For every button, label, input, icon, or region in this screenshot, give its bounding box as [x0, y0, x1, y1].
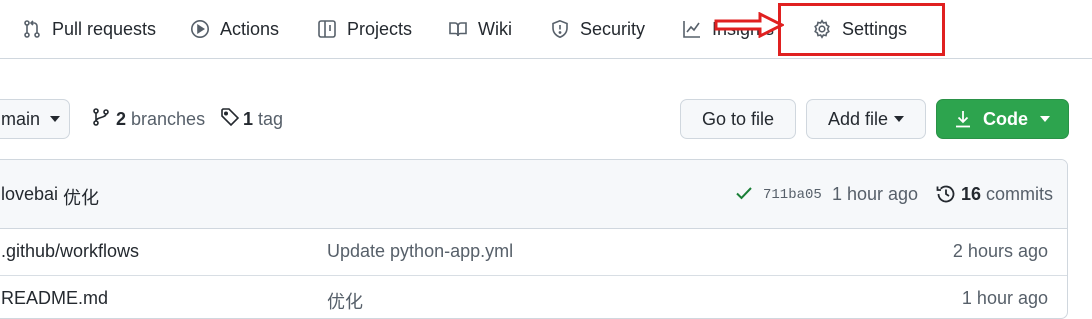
branch-icon — [92, 107, 110, 132]
repo-nav: Pull requests Actions Projects Wiki Secu… — [0, 0, 1092, 59]
chevron-down-icon — [894, 116, 905, 122]
tag-icon — [220, 107, 240, 132]
tab-settings[interactable]: Settings — [812, 0, 907, 58]
gear-icon — [812, 19, 832, 39]
branches-count: 2 — [116, 109, 127, 129]
tab-label: Wiki — [478, 18, 512, 39]
file-commit-message[interactable]: 优化 — [327, 288, 363, 314]
tab-actions[interactable]: Actions — [190, 0, 279, 58]
commits-link[interactable]: 16 commits — [961, 184, 1053, 205]
go-to-file-label: Go to file — [701, 108, 775, 129]
branches-link[interactable]: 2 branches — [92, 107, 205, 132]
commit-message[interactable]: 优化 — [63, 184, 99, 210]
check-icon — [735, 185, 753, 206]
file-row: .github/workflows Update python-app.yml … — [0, 229, 1067, 276]
go-to-file-button[interactable]: Go to file — [680, 99, 796, 139]
shield-icon — [550, 19, 570, 39]
chevron-down-icon — [1040, 116, 1050, 122]
code-button[interactable]: Code — [936, 99, 1069, 139]
chevron-down-icon — [50, 116, 61, 122]
commits-label: commits — [986, 184, 1054, 204]
pull-request-icon — [22, 19, 42, 39]
tab-insights[interactable]: Insights — [682, 0, 774, 58]
tab-label: Actions — [220, 18, 280, 39]
play-icon — [190, 19, 210, 39]
file-row: README.md 优化 1 hour ago — [0, 276, 1067, 318]
branch-select-button[interactable]: main — [0, 99, 70, 139]
file-name[interactable]: README.md — [1, 288, 108, 309]
tab-label: Insights — [712, 18, 775, 39]
tab-label: Security — [580, 18, 646, 39]
tags-link[interactable]: 1 tag — [220, 107, 283, 132]
graph-icon — [682, 19, 702, 39]
tab-label: Pull requests — [52, 18, 157, 39]
tab-pull-requests[interactable]: Pull requests — [22, 0, 156, 58]
file-commit-message[interactable]: Update python-app.yml — [327, 241, 513, 262]
code-label: Code — [983, 108, 1028, 129]
commit-time: 1 hour ago — [832, 184, 919, 204]
file-commit-time: 2 hours ago — [952, 241, 1048, 261]
add-file-button[interactable]: Add file — [806, 99, 926, 139]
file-name[interactable]: .github/workflows — [1, 241, 139, 262]
tab-projects[interactable]: Projects — [317, 0, 412, 58]
add-file-label: Add file — [827, 108, 889, 129]
history-icon — [935, 183, 957, 210]
latest-commit-bar: lovebai 优化 711ba05 1 hour ago 16 commits — [0, 160, 1067, 229]
tags-count: 1 — [243, 109, 254, 129]
tags-label: tag — [258, 109, 284, 129]
tab-security[interactable]: Security — [550, 0, 645, 58]
commits-count: 16 — [961, 184, 982, 204]
branches-label: branches — [131, 109, 206, 129]
commit-sha[interactable]: 711ba05 — [763, 187, 822, 203]
book-icon — [448, 19, 468, 39]
tab-wiki[interactable]: Wiki — [448, 0, 512, 58]
branch-name: main — [1, 108, 41, 129]
table-icon — [317, 19, 337, 39]
commit-author[interactable]: lovebai — [1, 184, 58, 205]
tab-label: Settings — [842, 18, 908, 39]
tab-label: Projects — [347, 18, 413, 39]
file-commit-time: 1 hour ago — [961, 288, 1048, 308]
download-icon — [955, 110, 971, 128]
file-list: lovebai 优化 711ba05 1 hour ago 16 commits… — [0, 159, 1068, 319]
